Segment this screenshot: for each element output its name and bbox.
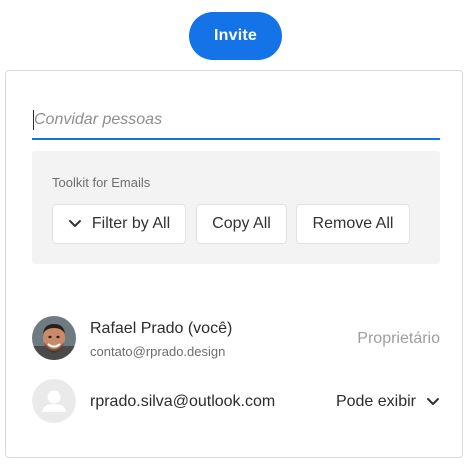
copy-label: Copy All bbox=[212, 215, 271, 232]
filter-by-all-button[interactable]: Filter by All bbox=[52, 204, 186, 244]
chevron-down-icon bbox=[427, 398, 439, 405]
avatar bbox=[32, 379, 76, 423]
person-row-owner: Rafael Prado (você) contato@rprado.desig… bbox=[32, 316, 440, 362]
filter-label: Filter by All bbox=[91, 215, 171, 232]
person-email: contato@rprado.design bbox=[90, 344, 226, 359]
permission-label: Pode exibir bbox=[335, 393, 416, 410]
person-email: rprado.silva@outlook.com bbox=[90, 393, 276, 410]
toolkit-panel: Toolkit for Emails Filter by All Copy Al… bbox=[32, 151, 440, 264]
remove-label: Remove All bbox=[312, 215, 394, 232]
person-name: Rafael Prado (você) bbox=[90, 320, 233, 337]
user-placeholder-icon bbox=[32, 379, 76, 423]
share-dialog: Invite Toolkit for Emails Filter by All … bbox=[0, 0, 470, 466]
toolkit-title: Toolkit for Emails bbox=[52, 175, 151, 190]
copy-all-button[interactable]: Copy All bbox=[196, 204, 287, 244]
user-photo bbox=[32, 316, 76, 360]
role-label: Proprietário bbox=[357, 330, 440, 347]
invite-field bbox=[32, 102, 440, 140]
share-panel: Toolkit for Emails Filter by All Copy Al… bbox=[5, 70, 463, 458]
person-row-invitee: rprado.silva@outlook.com Pode exibir bbox=[32, 379, 440, 425]
avatar bbox=[32, 316, 76, 360]
chevron-down-icon bbox=[68, 220, 81, 227]
invite-button[interactable]: Invite bbox=[189, 12, 282, 60]
permission-dropdown[interactable]: Pode exibir bbox=[336, 393, 440, 411]
invite-people-input[interactable] bbox=[32, 102, 440, 138]
remove-all-button[interactable]: Remove All bbox=[296, 204, 410, 244]
text-caret bbox=[33, 110, 34, 130]
